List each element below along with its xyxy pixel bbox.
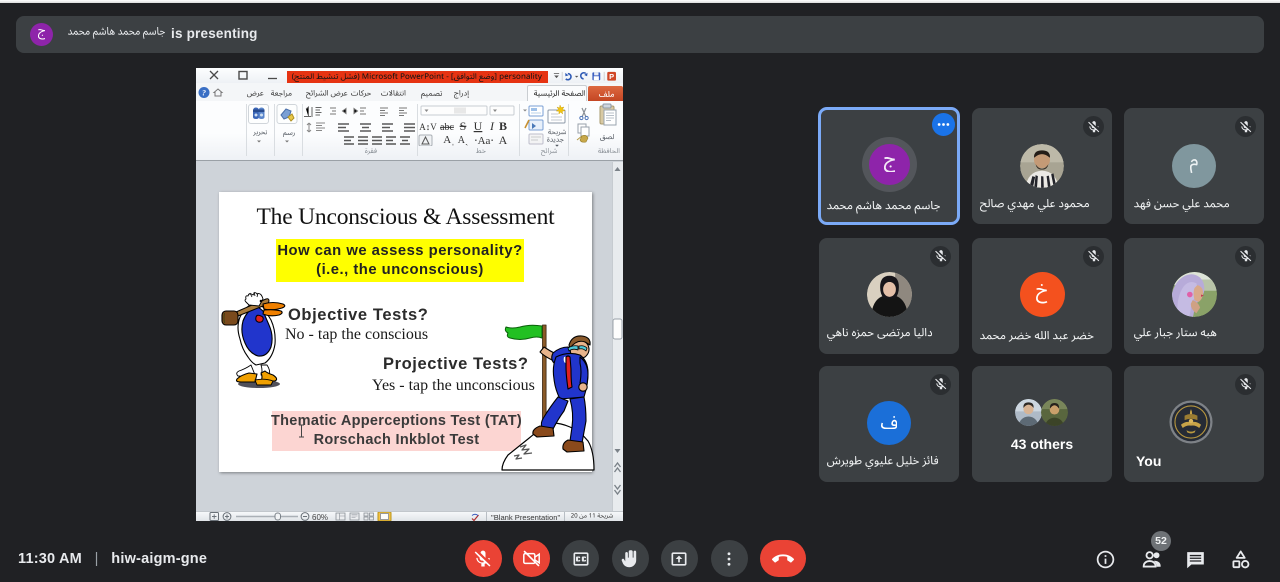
svg-text:?: ? (202, 88, 206, 97)
svg-text:abc: abc (440, 122, 454, 133)
svg-text:B: B (499, 119, 507, 133)
svg-text:A: A (499, 133, 508, 146)
svg-text:Aˎ: Aˎ (458, 135, 469, 146)
svg-text:Aˌ: Aˌ (443, 134, 455, 146)
svg-text:S: S (460, 119, 467, 133)
svg-text:I: I (489, 119, 495, 133)
svg-text:P: P (609, 72, 614, 81)
svg-text:⋅Aa⋅: ⋅Aa⋅ (474, 135, 494, 146)
svg-text:U: U (474, 119, 483, 133)
svg-text:A↕V: A↕V (419, 122, 437, 132)
